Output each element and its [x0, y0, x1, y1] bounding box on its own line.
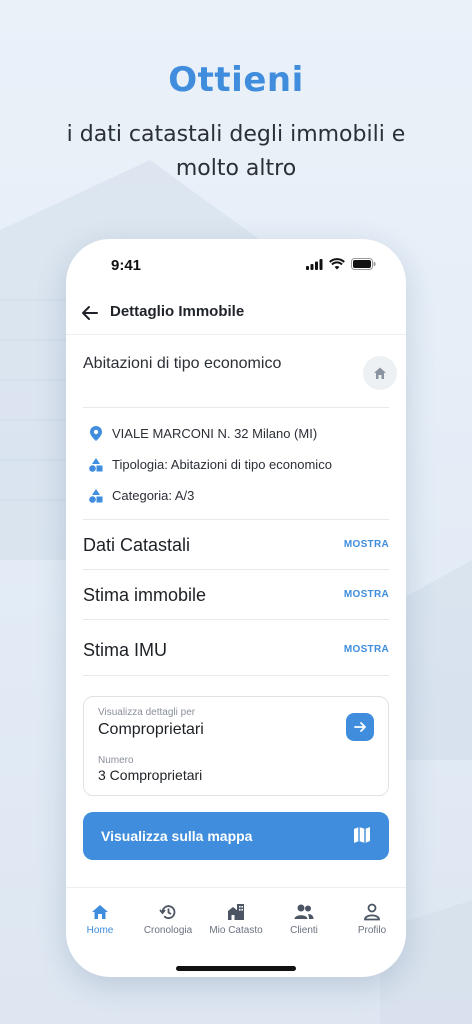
status-bar: 9:41: [66, 255, 406, 277]
home-icon: [374, 367, 386, 379]
show-button[interactable]: MOSTRA: [344, 589, 389, 600]
home-indicator[interactable]: [176, 966, 296, 971]
address-row: VIALE MARCONI N. 32 Milano (MI): [83, 418, 389, 449]
shapes-icon: [89, 488, 103, 503]
battery-icon: [351, 258, 376, 270]
section-label: Dati Catastali: [83, 535, 191, 555]
tab-label: Cronologia: [143, 925, 193, 936]
tab-clienti[interactable]: Clienti: [270, 888, 338, 949]
property-header: Abitazioni di tipo economico: [83, 336, 397, 408]
section-label: Stima IMU: [83, 640, 168, 660]
back-arrow-icon[interactable]: [80, 303, 100, 323]
promo-subtitle: i dati catastali degli immobili e molto …: [0, 118, 472, 186]
history-icon: [159, 905, 176, 919]
section-stima-imu: Stima IMU MOSTRA: [83, 620, 389, 676]
categoria-row: Categoria: A/3: [83, 480, 389, 511]
tipologia-row: Tipologia: Abitazioni di tipo economico: [83, 449, 389, 480]
promo-header: Ottieni i dati catastali degli immobili …: [0, 60, 472, 186]
tab-cronologia[interactable]: Cronologia: [134, 888, 202, 949]
person-icon: [364, 903, 380, 921]
tab-home[interactable]: Home: [66, 888, 134, 949]
location-pin-icon: [90, 426, 102, 441]
shapes-icon: [89, 457, 103, 472]
section-label: Stima immobile: [83, 585, 207, 605]
property-info: VIALE MARCONI N. 32 Milano (MI) Tipologi…: [83, 408, 389, 520]
app-bar: Dettaglio Immobile: [66, 291, 406, 335]
address-text: VIALE MARCONI N. 32 Milano (MI): [112, 426, 318, 441]
tab-label: Profilo: [357, 925, 387, 936]
wifi-icon: [329, 258, 345, 270]
arrow-right-icon: [354, 722, 366, 732]
property-home-button[interactable]: [363, 356, 397, 390]
section-dati-catastali: Dati Catastali MOSTRA: [83, 520, 389, 570]
section-stima-immobile: Stima immobile MOSTRA: [83, 570, 389, 620]
page-title: Dettaglio Immobile: [110, 303, 245, 320]
tab-label: Home: [86, 925, 114, 936]
tab-profilo[interactable]: Profilo: [338, 888, 406, 949]
promo-title: Ottieni: [168, 60, 304, 100]
signal-icon: [306, 258, 323, 270]
status-icons: [306, 258, 376, 270]
show-button[interactable]: MOSTRA: [344, 539, 389, 550]
map-icon: [354, 827, 370, 843]
phone-frame: 9:41 Dettaglio Immobile Abitazioni di ti…: [66, 239, 406, 977]
promo-subtitle-line1: i dati catastali degli immobili e: [66, 122, 406, 147]
categoria-text: Categoria: A/3: [112, 488, 195, 503]
bottom-tab-bar: Home Cronologia Mio Catasto Clienti Prof…: [66, 887, 406, 949]
people-icon: [294, 904, 314, 919]
owners-go-button[interactable]: [346, 713, 374, 741]
status-time: 9:41: [111, 257, 142, 274]
buildings-icon: [228, 904, 244, 920]
property-name: Abitazioni di tipo economico: [83, 355, 282, 372]
view-on-map-button[interactable]: Visualizza sulla mappa: [83, 812, 389, 860]
tab-mio-catasto[interactable]: Mio Catasto: [202, 888, 270, 949]
details-label: Visualizza dettagli per: [98, 707, 196, 718]
promo-subtitle-line2: molto altro: [175, 156, 297, 181]
tab-label: Clienti: [290, 925, 318, 936]
number-label: Numero: [98, 755, 134, 766]
show-button[interactable]: MOSTRA: [344, 644, 389, 655]
view-on-map-label: Visualizza sulla mappa: [101, 828, 253, 844]
tipologia-text: Tipologia: Abitazioni di tipo economico: [112, 457, 332, 472]
owners-card[interactable]: Visualizza dettagli per Comproprietari N…: [83, 696, 389, 796]
number-value: 3 Comproprietari: [98, 767, 203, 783]
property-detail: Abitazioni di tipo economico VIALE MARCO…: [83, 336, 397, 860]
details-value: Comproprietari: [98, 721, 204, 738]
tab-label: Mio Catasto: [209, 925, 263, 936]
home-icon: [92, 905, 108, 919]
